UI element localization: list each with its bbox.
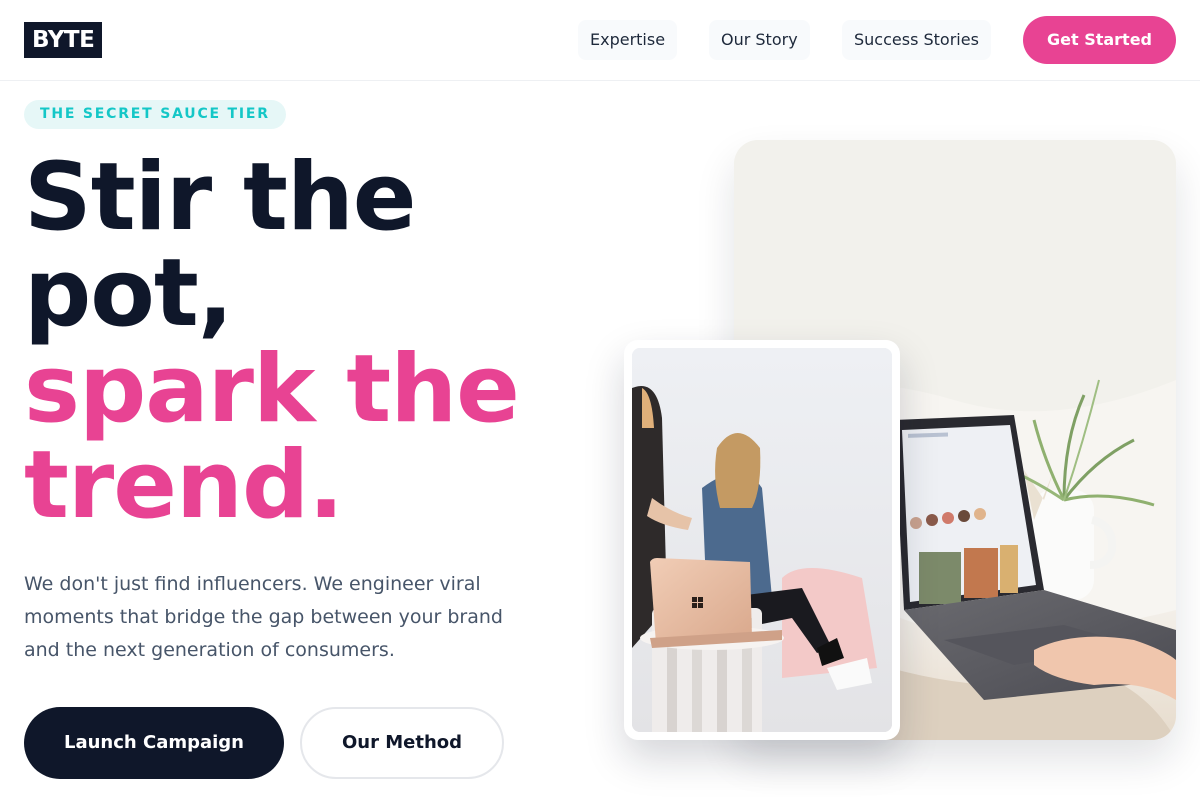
meeting-scene-photo	[632, 348, 892, 732]
hero-headline: Stir the pot, spark the trend.	[24, 150, 584, 534]
hero-description: We don't just find influencers. We engin…	[24, 573, 503, 661]
nav-link-success-stories[interactable]: Success Stories	[842, 20, 991, 60]
meeting-photo-card	[624, 340, 900, 740]
get-started-button[interactable]: Get Started	[1023, 16, 1176, 64]
brand-logo[interactable]: BYTE	[24, 22, 103, 58]
top-navigation: BYTE Expertise Our Story Success Stories…	[0, 0, 1200, 81]
nav-link-our-story[interactable]: Our Story	[709, 20, 810, 60]
launch-campaign-button[interactable]: Launch Campaign	[24, 707, 284, 779]
tier-badge: THE SECRET SAUCE TIER	[24, 100, 286, 129]
meeting-scene-illustration	[632, 348, 892, 732]
nav-link-expertise[interactable]: Expertise	[578, 20, 678, 60]
headline-line-4: trend.	[24, 431, 344, 540]
our-method-button[interactable]: Our Method	[300, 707, 504, 779]
headline-line-1: Stir the	[24, 143, 417, 252]
headline-line-2: pot,	[24, 239, 234, 348]
headline-line-3: spark the	[24, 335, 520, 444]
